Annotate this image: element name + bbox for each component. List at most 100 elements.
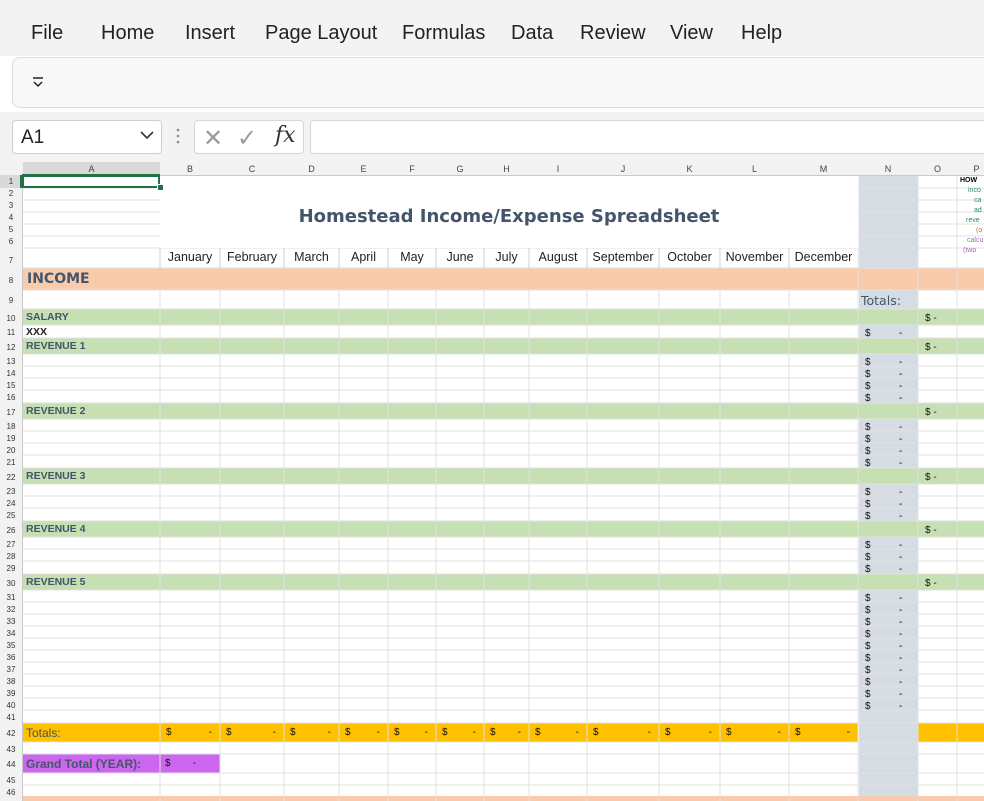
menu-data[interactable]: Data [511,22,553,45]
column-header-f[interactable]: F [388,162,436,176]
month-total-cell[interactable]: $- [226,727,280,738]
row-total-cell[interactable]: $- [865,328,905,339]
row-header[interactable]: 22 [0,473,22,482]
row-total-cell[interactable]: $- [865,422,905,433]
row-header[interactable]: 11 [0,328,22,337]
column-header-i[interactable]: I [529,162,587,176]
row-total-cell[interactable]: $- [865,381,905,392]
row-header[interactable]: 35 [0,641,22,650]
row-total-cell[interactable]: $- [865,552,905,563]
row-header[interactable]: 4 [0,213,22,222]
row-total-cell[interactable]: $- [865,665,905,676]
row-header[interactable]: 2 [0,189,22,198]
row-header[interactable]: 13 [0,357,22,366]
row-total-cell[interactable]: $- [865,446,905,457]
column-header-p[interactable]: P [957,162,984,176]
column-header-m[interactable]: M [789,162,858,176]
column-header-g[interactable]: G [436,162,484,176]
row-total-cell[interactable]: $- [865,499,905,510]
menu-file[interactable]: File [31,22,63,45]
row-header[interactable]: 9 [0,296,22,305]
row-header[interactable]: 41 [0,713,22,722]
row-header[interactable]: 6 [0,237,22,246]
menu-page-layout[interactable]: Page Layout [265,22,377,45]
row-header[interactable]: 31 [0,593,22,602]
column-header-c[interactable]: C [220,162,284,176]
row-header[interactable]: 10 [0,314,22,323]
row-header[interactable]: 37 [0,665,22,674]
row-total-cell[interactable]: $- [865,564,905,575]
ribbon-collapse-icon[interactable] [31,70,47,92]
month-total-cell[interactable]: $- [535,727,583,738]
row-header[interactable]: 24 [0,499,22,508]
row-header[interactable]: 36 [0,653,22,662]
row-header[interactable]: 14 [0,369,22,378]
row-header[interactable]: 44 [0,760,22,769]
row-header[interactable]: 18 [0,422,22,431]
row-total-cell[interactable]: $- [865,369,905,380]
row-total-cell[interactable]: $- [865,701,905,712]
row-header[interactable]: 7 [0,256,22,265]
month-total-cell[interactable]: $- [593,727,655,738]
row-header[interactable]: 30 [0,579,22,588]
menu-view[interactable]: View [670,22,713,45]
chevron-down-icon[interactable] [139,127,155,146]
row-header[interactable]: 3 [0,201,22,210]
row-header[interactable]: 46 [0,788,22,797]
row-header[interactable]: 40 [0,701,22,710]
row-header[interactable]: 25 [0,511,22,520]
row-total-cell[interactable]: $- [865,593,905,604]
row-total-cell[interactable]: $- [865,434,905,445]
enter-icon[interactable]: ✓ [237,124,257,153]
month-total-cell[interactable]: $- [726,727,785,738]
menu-home[interactable]: Home [101,22,154,45]
month-total-cell[interactable]: $- [795,727,854,738]
row-total-cell[interactable]: $- [865,540,905,551]
row-header[interactable]: 33 [0,617,22,626]
row-header[interactable]: 32 [0,605,22,614]
row-header[interactable]: 26 [0,526,22,535]
row-total-cell[interactable]: $- [865,357,905,368]
column-header-l[interactable]: L [720,162,789,176]
row-total-cell[interactable]: $- [865,458,905,469]
menu-formulas[interactable]: Formulas [402,22,485,45]
menu-insert[interactable]: Insert [185,22,235,45]
month-total-cell[interactable]: $- [345,727,384,738]
column-header-k[interactable]: K [659,162,720,176]
row-total-cell[interactable]: $- [865,487,905,498]
row-header[interactable]: 45 [0,776,22,785]
row-header[interactable]: 39 [0,689,22,698]
row-header[interactable]: 15 [0,381,22,390]
row-header[interactable]: 23 [0,487,22,496]
formula-input[interactable] [310,120,984,154]
column-header-n[interactable]: N [858,162,918,176]
name-box[interactable]: A1 [12,120,162,154]
active-cell-a1[interactable] [22,174,160,188]
month-total-cell[interactable]: $- [394,727,432,738]
drag-handle-icon[interactable] [176,126,180,146]
fill-handle[interactable] [157,184,164,191]
row-header[interactable]: 19 [0,434,22,443]
insert-function-icon[interactable]: fx [275,123,296,148]
menu-review[interactable]: Review [580,22,646,45]
row-header[interactable]: 28 [0,552,22,561]
row-header[interactable]: 27 [0,540,22,549]
row-header[interactable]: 8 [0,276,22,285]
row-header[interactable]: 16 [0,393,22,402]
cancel-icon[interactable]: ✕ [203,124,223,153]
row-header[interactable]: 1 [0,177,22,186]
month-total-cell[interactable]: $- [490,727,525,738]
row-total-cell[interactable]: $- [865,653,905,664]
row-total-cell[interactable]: $- [865,511,905,522]
column-header-j[interactable]: J [587,162,659,176]
month-total-cell[interactable]: $- [290,727,335,738]
row-total-cell[interactable]: $- [865,629,905,640]
row-header[interactable]: 29 [0,564,22,573]
column-header-e[interactable]: E [339,162,388,176]
row-header[interactable]: 17 [0,408,22,417]
column-header-b[interactable]: B [160,162,220,176]
row-total-cell[interactable]: $- [865,393,905,404]
row-header[interactable]: 20 [0,446,22,455]
month-total-cell[interactable]: $- [442,727,480,738]
column-header-h[interactable]: H [484,162,529,176]
